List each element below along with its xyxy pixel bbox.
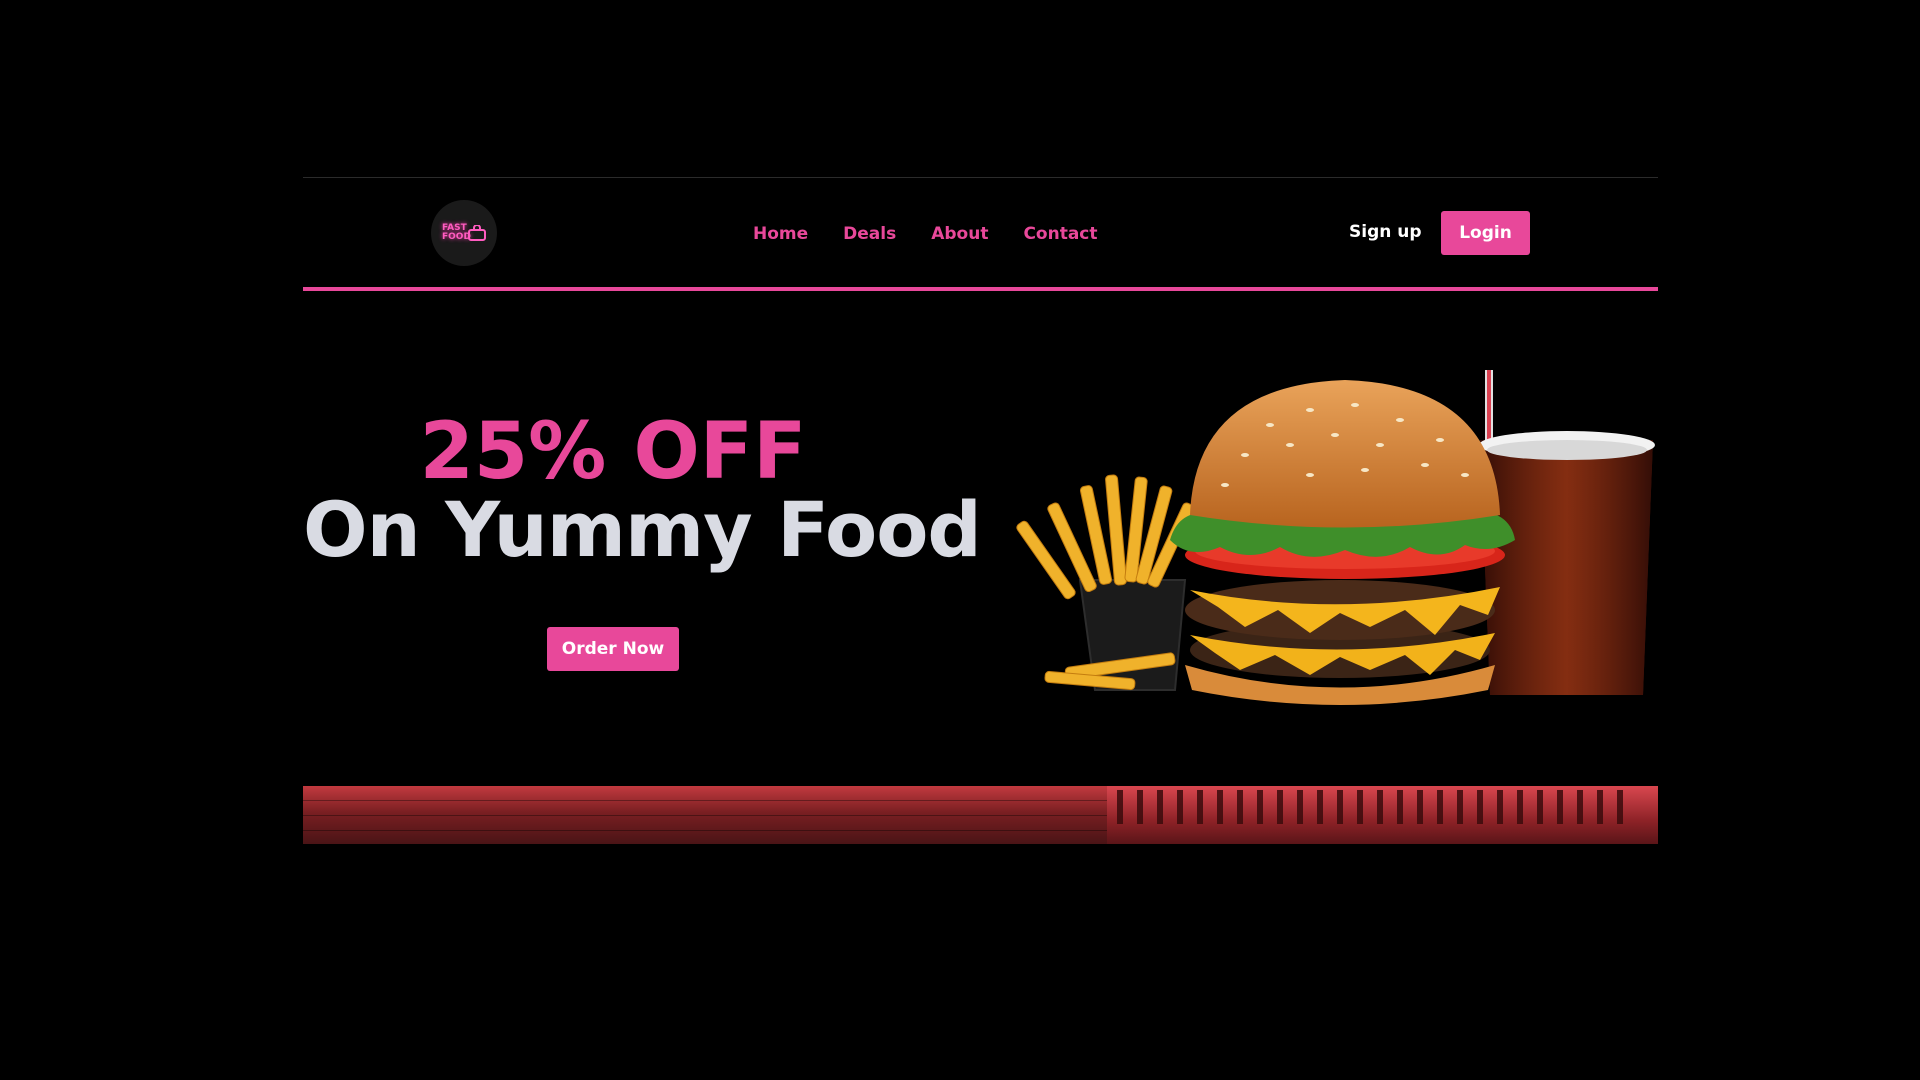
shopping-bag-icon — [468, 225, 486, 241]
hero-offer-heading: 25% OFF — [419, 407, 807, 497]
brand-logo-text: FAST FOOD — [442, 223, 471, 242]
burger-icon — [1170, 380, 1515, 705]
nav-home[interactable]: Home — [753, 224, 808, 244]
fence-image — [1107, 786, 1658, 844]
wood-wall-image — [303, 786, 1107, 844]
nav-about[interactable]: About — [931, 224, 988, 244]
brand-logo[interactable]: FAST FOOD — [431, 200, 497, 266]
page: FAST FOOD Home Deals About Contact Sign … — [0, 0, 1920, 1080]
hero-subtitle: On Yummy Food — [303, 485, 982, 574]
nav-contact[interactable]: Contact — [1023, 224, 1097, 244]
site-header: FAST FOOD Home Deals About Contact Sign … — [303, 177, 1658, 291]
order-now-button[interactable]: Order Now — [547, 627, 679, 671]
restaurant-banner-strip — [303, 786, 1658, 844]
main-nav: Home Deals About Contact — [753, 178, 1098, 290]
burger-fries-drink-image — [1016, 370, 1655, 705]
signup-link[interactable]: Sign up — [1349, 222, 1422, 242]
fries-icon — [1016, 474, 1195, 691]
login-button[interactable]: Login — [1441, 211, 1530, 255]
nav-deals[interactable]: Deals — [843, 224, 896, 244]
